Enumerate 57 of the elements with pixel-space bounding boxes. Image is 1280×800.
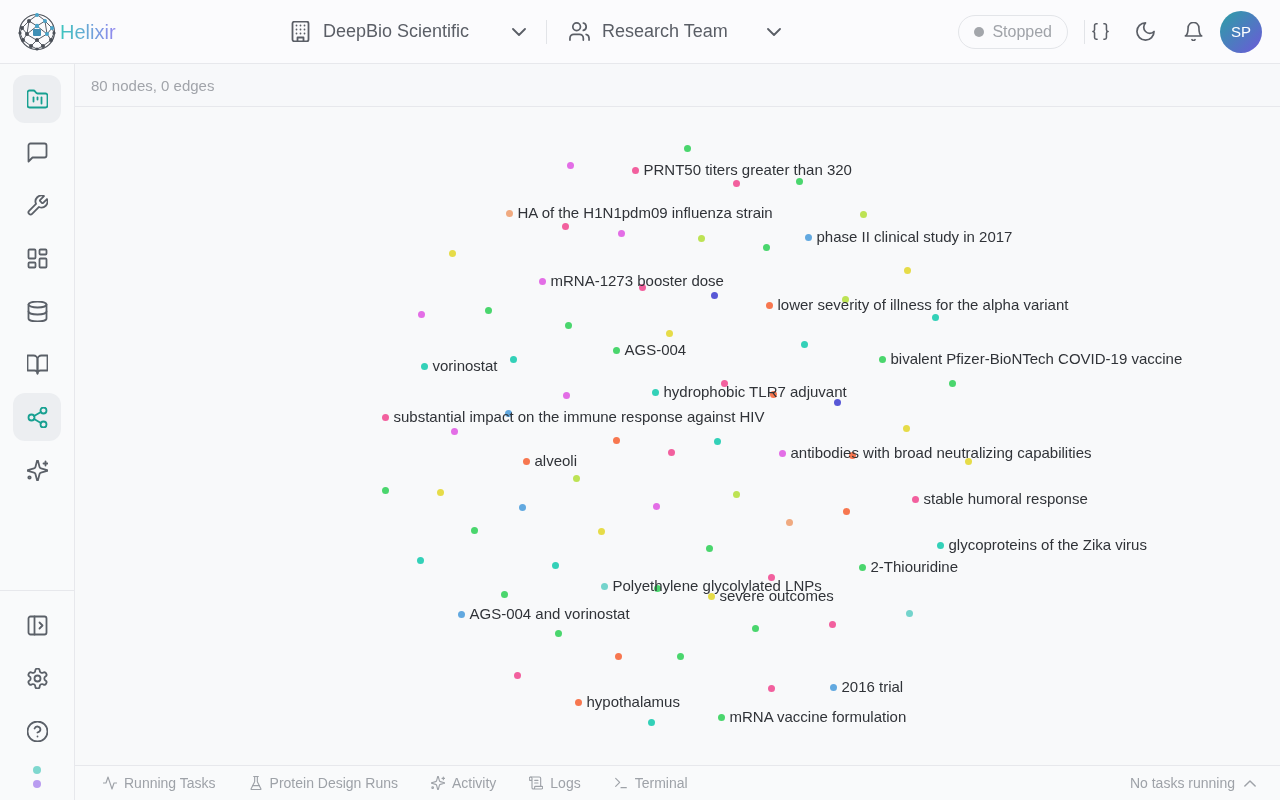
network-globe-icon (18, 12, 56, 51)
graph-summary: 80 nodes, 0 edges (91, 76, 215, 94)
wrench-icon (26, 194, 48, 216)
node-label: substantial impact on the immune response against HIV (393, 408, 765, 426)
bottom-tab[interactable]: Protein Design Runs (248, 775, 398, 791)
bottom-tab[interactable]: Running Tasks (103, 775, 216, 791)
node-label: antibodies with broad neutralizing capabilities (790, 444, 1092, 462)
node-label: mRNA-1273 booster dose (550, 272, 724, 290)
team-dropdown[interactable]: Research Team (569, 13, 781, 50)
organization-dropdown[interactable]: DeepBio Scientific (290, 13, 526, 50)
sparkles-icon (431, 776, 445, 790)
node-label: mRNA vaccine formulation (729, 708, 907, 726)
node-label: hydrophobic TLR7 adjuvant (663, 383, 847, 401)
node-label: hypothalamus (586, 693, 680, 711)
node-label: lower severity of illness for the alpha variant (777, 296, 1069, 314)
settings-icon (26, 667, 48, 689)
bottom-tab[interactable]: Activity (431, 775, 497, 791)
bell-icon (1183, 22, 1203, 41)
terminal-icon (613, 776, 628, 790)
node-label: PRNT50 titers greater than 320 (643, 161, 852, 179)
building-icon (290, 21, 311, 42)
user-avatar[interactable]: SP (1220, 10, 1262, 53)
node-label: phase II clinical study in 2017 (816, 228, 1013, 246)
chat-bubble-icon (26, 141, 48, 163)
moon-icon (1135, 22, 1155, 41)
node-label: HA of the H1N1pdm09 influenza strain (517, 204, 773, 222)
database-icon (26, 300, 48, 322)
pulse-line-icon (103, 776, 117, 790)
node-label: 2-Thiouridine (870, 558, 959, 576)
node-label: 2016 trial (841, 678, 904, 696)
node-label: vorinostat (432, 357, 498, 375)
node-label: bivalent Pfizer-BioNTech COVID-19 vaccine (890, 350, 1183, 368)
sidebar-nav-button[interactable] (13, 75, 61, 123)
open-book-icon (26, 353, 48, 375)
scroll-icon (529, 776, 544, 790)
share-icon (26, 406, 48, 428)
panel-toggle-icon (26, 614, 48, 636)
bottom-tab[interactable]: Logs (529, 775, 581, 791)
braces-icon (1091, 23, 1109, 40)
node-label: AGS-004 (624, 341, 687, 359)
sidebar-nav-button[interactable] (13, 393, 61, 441)
folder-icon (26, 88, 48, 110)
users-icon (569, 21, 590, 42)
sparkles-icon (26, 459, 48, 481)
bottom-tab[interactable]: Terminal (613, 775, 688, 791)
node-label: glycoproteins of the Zika virus (948, 536, 1147, 554)
dashboard-grid-icon (26, 247, 48, 269)
tasks-panel-toggle[interactable]: No tasks running (1129, 775, 1256, 791)
node-label: alveoli (534, 452, 578, 470)
chevron-down-icon (512, 27, 526, 36)
node-label: stable humoral response (923, 490, 1088, 508)
chevron-up-icon (1244, 779, 1256, 787)
status-button[interactable]: Stopped (958, 14, 1068, 49)
chevron-down-icon (767, 27, 781, 36)
node-label: AGS-004 and vorinostat (469, 605, 630, 623)
flask-icon (248, 776, 263, 790)
help-icon (26, 720, 48, 742)
